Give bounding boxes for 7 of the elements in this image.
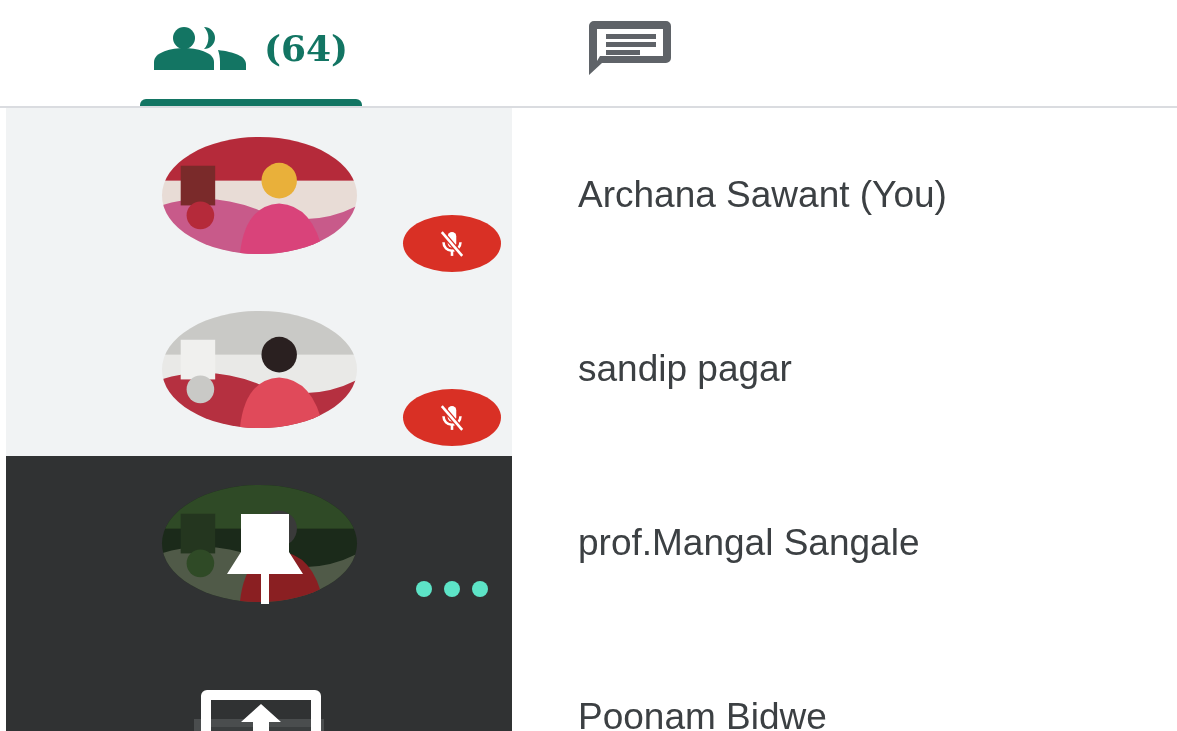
participant-name: Archana Sawant (You) xyxy=(578,174,947,216)
people-tab[interactable]: (64) xyxy=(140,0,362,106)
participant-name: Poonam Bidwe xyxy=(578,696,827,731)
participant-name: sandip pagar xyxy=(578,348,792,390)
chat-icon xyxy=(588,20,672,76)
participant-name: prof.Mangal Sangale xyxy=(578,522,920,564)
people-icon xyxy=(153,26,246,70)
